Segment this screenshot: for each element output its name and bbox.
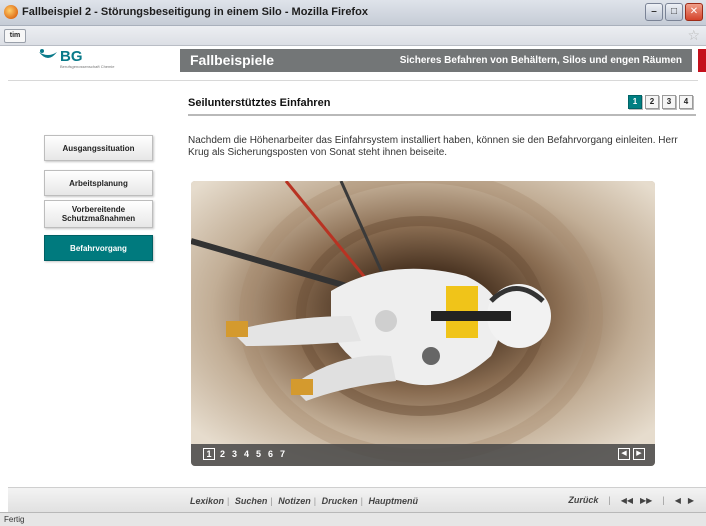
firefox-icon <box>4 5 18 19</box>
page-button-2[interactable]: 2 <box>645 95 659 109</box>
footer-link-hauptmenue[interactable]: Hauptmenü <box>368 496 418 506</box>
next-icon[interactable]: ▶ <box>688 496 694 505</box>
minimize-button[interactable]: – <box>645 3 663 21</box>
rewind-icon[interactable]: ◀◀ <box>621 496 633 505</box>
page-button-1[interactable]: 1 <box>628 95 642 109</box>
gallery-image-7[interactable]: 7 <box>280 449 285 459</box>
bg-logo-mark-icon <box>39 49 57 58</box>
status-text: Fertig <box>4 515 25 524</box>
silo-photo <box>191 181 655 466</box>
title-rule <box>188 114 696 116</box>
silo-illustration <box>191 181 655 466</box>
footer-link-drucken[interactable]: Drucken <box>322 496 358 506</box>
maximize-button[interactable]: □ <box>665 3 683 21</box>
gallery-image-5[interactable]: 5 <box>256 449 261 459</box>
header-bar: Fallbeispiele Sicheres Befahren von Behä… <box>180 49 692 72</box>
description-text: Nachdem die Höhenarbeiter das Einfahrsys… <box>188 135 678 158</box>
sidebar-item-befahrvorgang[interactable]: Befahrvorgang <box>44 235 153 261</box>
sidebar-item-ausgangssituation[interactable]: Ausgangssituation <box>44 135 153 161</box>
footer-links: Lexikon | Suchen | Notizen | Drucken | Haupt… <box>190 496 418 506</box>
star-icon[interactable]: ☆ <box>687 27 700 44</box>
fast-forward-icon[interactable]: ▶▶ <box>640 496 652 505</box>
logo-text: BG <box>60 48 83 65</box>
window-controls: – □ ✕ <box>645 3 703 21</box>
page-title: Seilunterstütztes Einfahren <box>188 97 331 109</box>
back-button[interactable]: Zurück <box>568 495 598 505</box>
app-title: Fallbeispiele <box>190 52 275 68</box>
page-button-3[interactable]: 3 <box>662 95 676 109</box>
bg-logo[interactable]: BG Berufsgenossenschaft Chemie <box>8 46 180 74</box>
tab-strip: tim ☆ <box>0 26 706 46</box>
browser-tab[interactable]: tim <box>4 29 26 43</box>
gallery-prev-icon[interactable]: ◀ <box>618 448 630 460</box>
prev-icon[interactable]: ◀ <box>675 496 681 505</box>
brand-accent-bar <box>698 49 706 72</box>
sidebar-item-schutzmassnahmen[interactable]: Vorbereitende Schutzmaßnahmen <box>44 200 153 228</box>
status-bar: Fertig <box>0 512 706 526</box>
footer-link-suchen[interactable]: Suchen <box>235 496 268 506</box>
header-divider <box>8 80 698 81</box>
footer-nav: Zurück | ◀◀ ▶▶ | ◀ ▶ <box>568 495 694 505</box>
sidebar-item-arbeitsplanung[interactable]: Arbeitsplanung <box>44 170 153 196</box>
footer-link-lexikon[interactable]: Lexikon <box>190 496 224 506</box>
gallery-image-1[interactable]: 1 <box>203 448 215 460</box>
footer-link-notizen[interactable]: Notizen <box>278 496 311 506</box>
logo-subtext: Berufsgenossenschaft Chemie <box>60 64 115 69</box>
window-title: Fallbeispiel 2 - Störungsbeseitigung in … <box>22 6 368 18</box>
gallery-image-4[interactable]: 4 <box>244 449 249 459</box>
gallery-image-6[interactable]: 6 <box>268 449 273 459</box>
gallery-image-2[interactable]: 2 <box>220 449 225 459</box>
gallery-next-icon[interactable]: ▶ <box>633 448 645 460</box>
page-pager: 1 2 3 4 <box>628 95 693 109</box>
gallery-image-3[interactable]: 3 <box>232 449 237 459</box>
footer-bar: Lexikon | Suchen | Notizen | Drucken | Haupt… <box>8 487 706 512</box>
close-button[interactable]: ✕ <box>685 3 703 21</box>
app-header: BG Berufsgenossenschaft Chemie Fallbeisp… <box>8 46 706 74</box>
window-titlebar: Fallbeispiel 2 - Störungsbeseitigung in … <box>0 0 706 26</box>
app-subtitle: Sicheres Befahren von Behältern, Silos u… <box>399 55 682 66</box>
page-button-4[interactable]: 4 <box>679 95 693 109</box>
